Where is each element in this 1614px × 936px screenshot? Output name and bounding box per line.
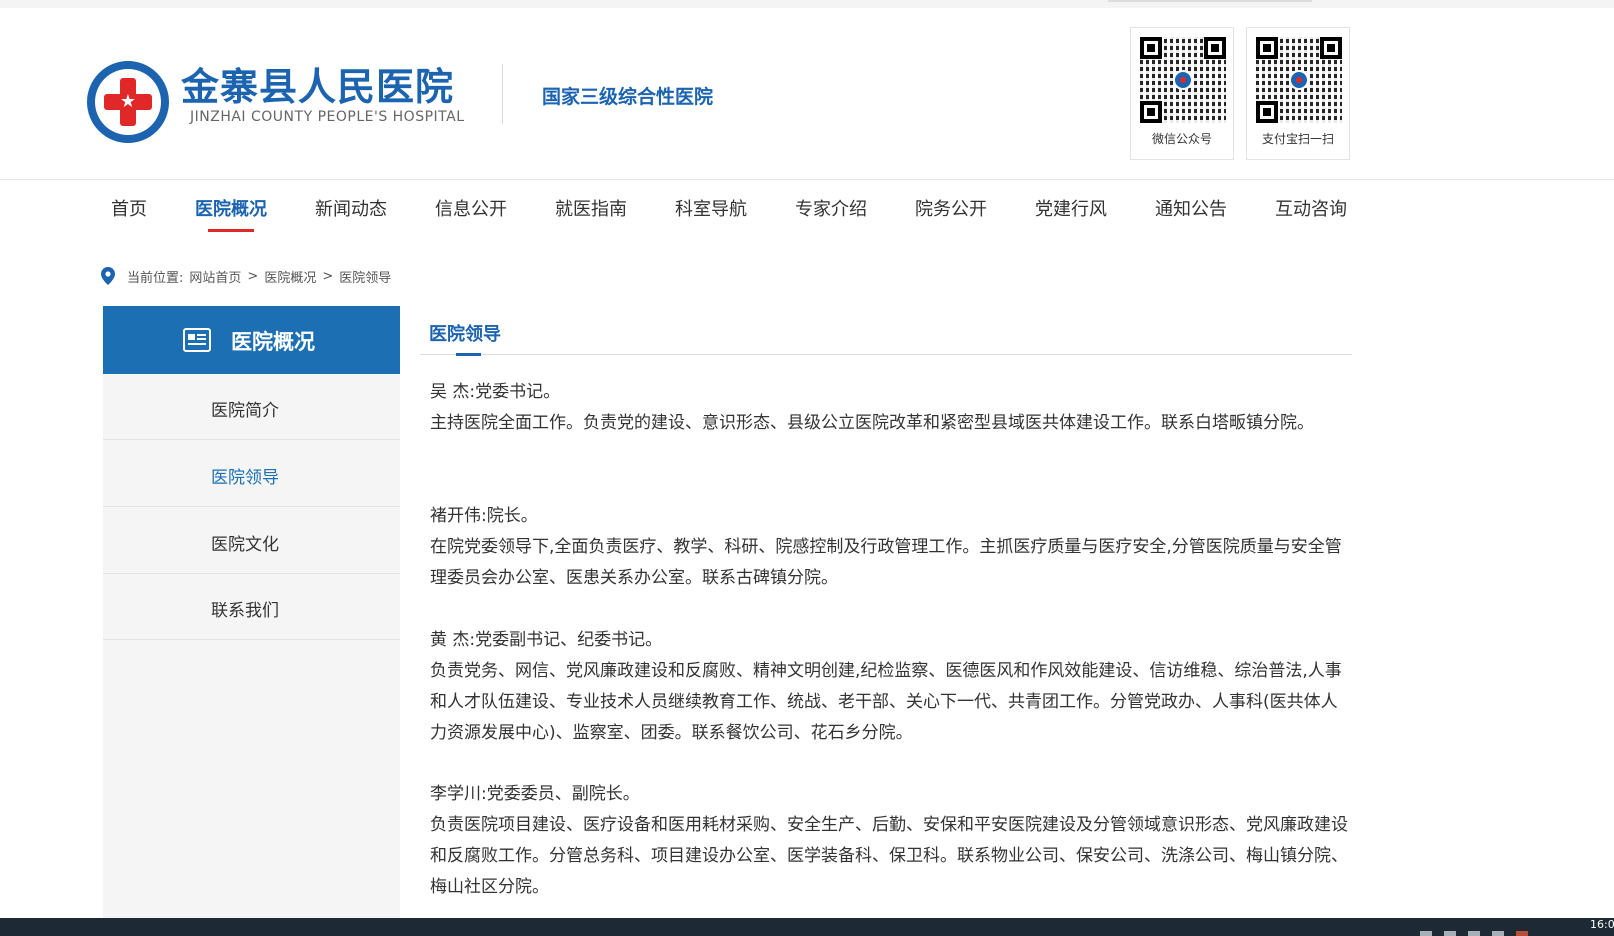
hospital-slogan: 国家三级综合性医院	[542, 86, 714, 108]
nav-item-info-disclosure[interactable]: 信息公开	[435, 195, 507, 221]
hospital-name-english: JINZHAI COUNTY PEOPLE'S HOSPITAL	[190, 109, 465, 125]
content-title-rule	[420, 354, 1352, 355]
os-taskbar: 16:0	[0, 918, 1614, 936]
taskbar-clock[interactable]: 16:0	[1590, 918, 1614, 931]
qr-finder	[1140, 101, 1162, 123]
sidebar-item-contact[interactable]: 联系我们	[103, 574, 400, 640]
browser-tab-edge	[1108, 0, 1312, 2]
leader-entry: 黄 杰:党委副书记、纪委书记。 负责党务、网信、党风廉政建设和反腐败、精神文明创…	[430, 625, 1350, 749]
sidebar-item-label: 联系我们	[211, 601, 279, 621]
qr-logo-badge	[1173, 70, 1193, 90]
sidebar-item-label: 医院领导	[211, 468, 279, 488]
document-list-icon	[183, 328, 211, 352]
nav-item-affairs[interactable]: 院务公开	[915, 195, 987, 221]
qr-finder	[1256, 37, 1278, 59]
nav-item-party[interactable]: 党建行风	[1035, 195, 1107, 221]
breadcrumb: 当前位置: 网站首页 > 医院概况 > 医院领导	[101, 266, 397, 286]
qr-finder	[1256, 101, 1278, 123]
tray-network-icon[interactable]	[1420, 931, 1432, 936]
qr-logo-badge	[1289, 70, 1309, 90]
nav-item-notices[interactable]: 通知公告	[1155, 195, 1227, 221]
leader-entry: 褚开伟:院长。 在院党委领导下,全面负责医疗、教学、科研、院感控制及行政管理工作…	[430, 501, 1350, 594]
sidebar-header: 医院概况	[103, 306, 400, 374]
browser-top-strip	[0, 0, 1614, 8]
qr-finder	[1140, 37, 1162, 59]
wechat-qr-caption: 微信公众号	[1151, 132, 1212, 146]
sidebar-menu: 医院简介 医院领导 医院文化 联系我们	[103, 374, 400, 920]
sidebar-item-intro[interactable]: 医院简介	[103, 374, 400, 440]
leader-heading: 李学川:党委委员、副院长。	[430, 784, 640, 804]
tray-window-icon[interactable]	[1444, 931, 1456, 936]
leader-heading: 吴 杰:党委书记。	[430, 382, 561, 402]
qr-finder	[1320, 37, 1342, 59]
location-pin-icon	[101, 267, 115, 285]
breadcrumb-separator: >	[322, 268, 334, 284]
breadcrumb-overview[interactable]: 医院概况	[264, 267, 316, 286]
sidebar-item-label: 医院简介	[211, 401, 279, 421]
tray-input-icon[interactable]	[1492, 931, 1504, 936]
alipay-qr-caption: 支付宝扫一扫	[1261, 132, 1334, 146]
breadcrumb-prefix: 当前位置:	[127, 270, 184, 286]
breadcrumb-home[interactable]: 网站首页	[189, 267, 241, 286]
leader-duties: 在院党委领导下,全面负责医疗、教学、科研、院感控制及行政管理工作。主抓医疗质量与…	[430, 537, 1342, 588]
sidebar-item-culture[interactable]: 医院文化	[103, 508, 400, 574]
nav-item-news[interactable]: 新闻动态	[315, 195, 387, 221]
breadcrumb-separator: >	[247, 268, 259, 284]
nav-active-underline	[208, 229, 254, 232]
sidebar-title: 医院概况	[231, 330, 315, 354]
leader-heading: 黄 杰:党委副书记、纪委书记。	[430, 630, 663, 650]
hospital-name[interactable]: 金寨县人民医院	[181, 56, 454, 111]
leader-heading: 褚开伟:院长。	[430, 506, 538, 526]
nav-item-departments[interactable]: 科室导航	[675, 195, 747, 221]
qr-finder	[1204, 37, 1226, 59]
leader-entry: 吴 杰:党委书记。 主持医院全面工作。负责党的建设、意识形态、县级公立医院改革和…	[430, 377, 1350, 439]
content-title-accent	[456, 353, 481, 356]
system-tray	[1420, 924, 1570, 936]
tray-volume-icon[interactable]	[1468, 931, 1480, 936]
tray-app-icon[interactable]	[1516, 931, 1528, 936]
nav-item-overview[interactable]: 医院概况	[195, 195, 267, 221]
hospital-logo-icon[interactable]: ★	[87, 61, 169, 143]
sidebar-item-label: 医院文化	[211, 535, 279, 555]
header-divider	[502, 64, 503, 124]
nav-item-consult[interactable]: 互动咨询	[1275, 195, 1347, 221]
wechat-qr-card: 微信公众号	[1130, 27, 1234, 160]
logo-star-icon: ★	[119, 91, 137, 112]
leader-entry: 李学川:党委委员、副院长。 负责医院项目建设、医疗设备和医用耗材采购、安全生产、…	[430, 779, 1350, 903]
sidebar-item-leadership[interactable]: 医院领导	[103, 441, 400, 507]
main-nav: 首页 医院概况 新闻动态 信息公开 就医指南 科室导航 专家介绍 院务公开 党建…	[0, 181, 1614, 237]
leader-duties: 负责党务、网信、党风廉政建设和反腐败、精神文明创建,纪检监察、医德医风和作风效能…	[430, 661, 1342, 743]
leader-duties: 负责医院项目建设、医疗设备和医用耗材采购、安全生产、后勤、安保和平安医院建设及分…	[430, 815, 1348, 897]
leader-duties: 主持医院全面工作。负责党的建设、意识形态、县级公立医院改革和紧密型县域医共体建设…	[430, 413, 1314, 433]
alipay-qr-card: 支付宝扫一扫	[1246, 27, 1350, 160]
breadcrumb-current[interactable]: 医院领导	[339, 267, 391, 286]
content-title: 医院领导	[429, 324, 501, 345]
nav-item-experts[interactable]: 专家介绍	[795, 195, 867, 221]
nav-item-home[interactable]: 首页	[111, 195, 147, 221]
nav-item-guide[interactable]: 就医指南	[555, 195, 627, 221]
